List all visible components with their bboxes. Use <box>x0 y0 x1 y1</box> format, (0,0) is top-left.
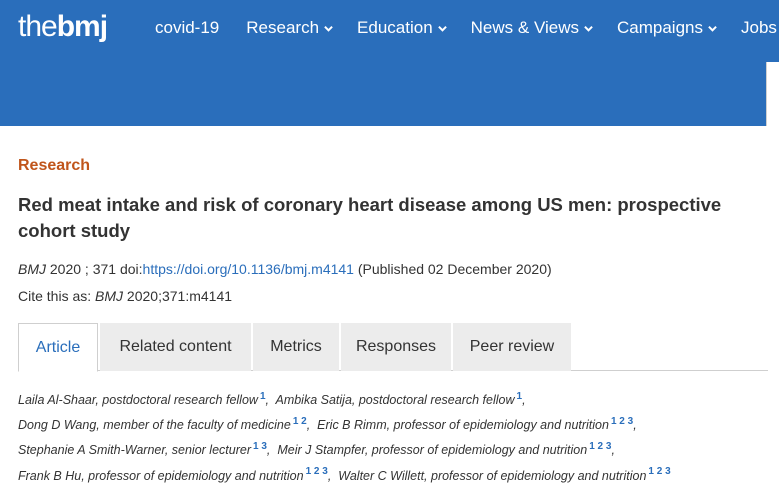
nav-label: News & Views <box>470 18 579 37</box>
author-separator: , <box>306 418 311 433</box>
chevron-down-icon <box>708 25 717 32</box>
affiliation-link[interactable]: 1 2 3 <box>589 441 611 452</box>
author-separator: , <box>611 443 615 458</box>
nav-label: Education <box>357 18 433 37</box>
author-entry[interactable]: Laila Al-Shaar, postdoctoral research fe… <box>18 391 269 408</box>
affiliation-link[interactable]: 1 3 <box>253 441 267 452</box>
logo-bmj-text: bmj <box>56 10 108 43</box>
author-entry[interactable]: Ambika Satija, postdoctoral research fel… <box>275 391 526 408</box>
bmj-logo[interactable]: thebmj <box>18 10 108 44</box>
scrollbar-stub[interactable] <box>766 62 779 126</box>
tab-responses[interactable]: Responses <box>341 323 451 371</box>
article-tabs: Article Related content Metrics Response… <box>18 323 768 372</box>
chevron-down-icon <box>584 25 593 32</box>
nav-item-news-views[interactable]: News & Views <box>471 18 593 38</box>
author-name: Walter C Willett, professor of epidemiol… <box>338 468 647 483</box>
cite-journal: BMJ <box>95 288 124 304</box>
main-nav: covid-19 Research Education News & Views… <box>155 18 779 38</box>
site-header: thebmj covid-19 Research Education News … <box>0 0 779 126</box>
author-name: Stephanie A Smith-Warner, senior lecture… <box>18 443 251 458</box>
tab-related-content[interactable]: Related content <box>100 323 251 371</box>
cite-as-line: Cite this as: BMJ 2020;371:m4141 <box>18 288 232 304</box>
section-label[interactable]: Research <box>18 157 90 175</box>
cite-ref: 2020;371:m4141 <box>126 288 233 304</box>
author-list: Laila Al-Shaar, postdoctoral research fe… <box>18 386 773 483</box>
cite-prefix: Cite this as: <box>18 288 92 304</box>
author-entry[interactable]: Eric B Rimm, professor of epidemiology a… <box>317 416 637 433</box>
article-title: Red meat intake and risk of coronary hea… <box>18 194 722 241</box>
nav-label: Campaigns <box>617 18 703 37</box>
nav-item-covid[interactable]: covid-19 <box>155 18 219 38</box>
author-name: Eric B Rimm, professor of epidemiology a… <box>317 418 609 433</box>
author-separator: , <box>522 393 526 408</box>
author-entry[interactable]: Dong D Wang, member of the faculty of me… <box>18 416 311 433</box>
doi-label: doi: <box>119 261 143 277</box>
affiliation-link[interactable]: 1 2 3 <box>306 466 328 477</box>
logo-the-text: the <box>18 10 58 43</box>
nav-item-jobs[interactable]: Jobs <box>741 18 779 38</box>
author-separator: , <box>327 468 332 483</box>
nav-label: Research <box>246 18 320 37</box>
nav-label: Jobs <box>741 18 777 37</box>
author-name: Frank B Hu, professor of epidemiology an… <box>18 468 304 483</box>
tab-peer-review[interactable]: Peer review <box>453 323 571 371</box>
chevron-down-icon <box>324 25 333 32</box>
author-separator: , <box>266 443 271 458</box>
nav-item-education[interactable]: Education <box>357 18 447 38</box>
affiliation-link[interactable]: 1 2 3 <box>648 466 670 477</box>
author-name: Ambika Satija, postdoctoral research fel… <box>275 393 515 408</box>
doi-link[interactable]: https://doi.org/10.1136/bmj.m4141 <box>143 261 354 277</box>
author-name: Dong D Wang, member of the faculty of me… <box>18 418 291 433</box>
author-entry[interactable]: Walter C Willett, professor of epidemiol… <box>338 466 670 483</box>
author-name: Meir J Stampfer, professor of epidemiolo… <box>277 443 588 458</box>
nav-item-campaigns[interactable]: Campaigns <box>617 18 717 38</box>
author-name: Laila Al-Shaar, postdoctoral research fe… <box>18 393 258 408</box>
tab-article[interactable]: Article <box>18 323 98 372</box>
author-entry[interactable]: Stephanie A Smith-Warner, senior lecture… <box>18 441 271 458</box>
author-separator: , <box>633 418 637 433</box>
author-separator: , <box>265 393 269 408</box>
affiliation-link[interactable]: 1 2 3 <box>611 416 633 427</box>
chevron-down-icon <box>437 25 447 32</box>
citation-line: BMJ 2020 ; 371 doi:https://doi.org/10.11… <box>18 261 552 277</box>
author-entry[interactable]: Meir J Stampfer, professor of epidemiolo… <box>277 441 615 458</box>
affiliation-link[interactable]: 1 2 <box>293 416 307 427</box>
nav-item-research[interactable]: Research <box>246 18 333 38</box>
journal-name: BMJ <box>18 261 46 277</box>
nav-label: covid-19 <box>155 18 220 37</box>
year-volume: 2020 ; 371 <box>49 261 117 277</box>
tab-metrics[interactable]: Metrics <box>253 323 339 371</box>
published-date: (Published 02 December 2020) <box>357 261 552 277</box>
author-entry[interactable]: Frank B Hu, professor of epidemiology an… <box>18 466 332 483</box>
